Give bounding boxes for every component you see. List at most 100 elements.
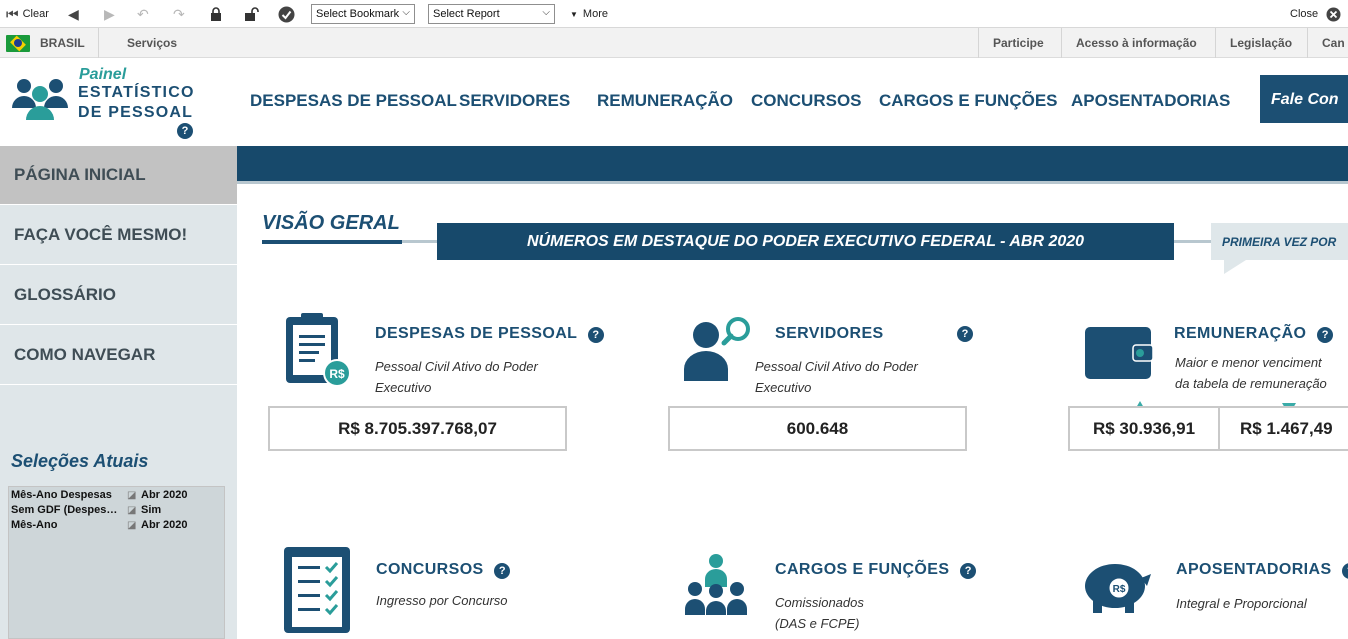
lock-button[interactable] [210, 0, 222, 28]
help-icon[interactable]: ? [960, 563, 977, 579]
card-title-servidores[interactable]: SERVIDORES [775, 325, 884, 343]
close-button[interactable]: Close [1290, 0, 1341, 28]
nav-despesas[interactable]: DESPESAS DE PESSOAL [250, 91, 457, 111]
divider [1174, 240, 1211, 243]
bookmark-select-value: Select Bookmark [316, 8, 400, 20]
selection-value: Abr 2020 [141, 519, 188, 531]
back-arrow-icon: ◀ [68, 5, 79, 22]
card-title-aposentadorias[interactable]: APOSENTADORIAS ? [1176, 561, 1348, 579]
card-title-cargos[interactable]: CARGOS E FUNÇÕES ? [775, 561, 977, 579]
nav-servidores[interactable]: SERVIDORES [459, 91, 570, 111]
speech-tail [1224, 260, 1246, 274]
card-subtitle: Ingresso por Concurso [376, 593, 508, 608]
nav-concursos[interactable]: CONCURSOS [751, 91, 862, 111]
people-logo-icon [12, 79, 68, 120]
back-button[interactable]: ◀ [68, 0, 79, 28]
sidebar-item-faca-voce-mesmo[interactable]: FAÇA VOCÊ MESMO! [0, 206, 237, 265]
sidebar-item-glossario[interactable]: GLOSSÁRIO [0, 266, 237, 325]
card-title-text: APOSENTADORIAS [1176, 561, 1332, 578]
bookmark-select[interactable]: Select Bookmark ⌵ [311, 4, 415, 24]
nav-remuneracao[interactable]: REMUNERAÇÃO [597, 91, 733, 111]
piggy-bank-icon: R$ [1085, 564, 1151, 613]
acesso-informacao-link[interactable]: Acesso à informação [1076, 28, 1197, 58]
redo-button[interactable]: ↷ [173, 0, 185, 28]
qlik-toolbar: ⏮ Clear ◀ ▶ ↶ ↷ Select Bookmark ⌵ Select… [0, 0, 1348, 28]
logo-line2: DE PESSOAL [78, 104, 194, 121]
report-select[interactable]: Select Report ⌵ [428, 4, 555, 24]
country-label: BRASIL [40, 36, 85, 50]
eraser-icon[interactable]: ◪ [127, 505, 136, 516]
help-icon[interactable]: ? [587, 327, 604, 343]
sidebar-item-como-navegar[interactable]: COMO NAVEGAR [0, 326, 237, 385]
participe-label: Participe [993, 36, 1044, 50]
help-icon[interactable]: ? [494, 563, 511, 579]
card-subtitle: Comissionados [775, 595, 864, 610]
logo-painel: Painel [79, 66, 127, 83]
help-icon[interactable]: ? [1342, 563, 1348, 579]
card-title-concursos[interactable]: CONCURSOS ? [376, 561, 511, 579]
undo-button[interactable]: ↶ [137, 0, 149, 28]
skip-back-icon: ⏮ [6, 5, 19, 22]
brazil-flag-icon [6, 34, 30, 52]
more-label: More [582, 8, 608, 20]
current-selections-box: Mês-Ano Despesas ◪ Abr 2020 Sem GDF (Des… [8, 486, 225, 639]
card-title-despesas[interactable]: DESPESAS DE PESSOAL ? [375, 325, 604, 343]
lock-icon [211, 6, 221, 21]
highlight-banner: NÚMEROS EM DESTAQUE DO PODER EXECUTIVO F… [437, 223, 1174, 260]
logo-line1: ESTATÍSTICO [78, 84, 195, 101]
chevron-down-icon: ⌵ [542, 7, 550, 18]
card-title-text: DESPESAS DE PESSOAL [375, 325, 578, 342]
selection-field: Sem GDF (Despes… [11, 504, 118, 516]
card-subtitle: (DAS e FCPE) [775, 616, 860, 631]
triangle-down-icon: ▼ [570, 9, 578, 19]
gov-bar: BRASIL Serviços Participe Acesso à infor… [0, 28, 1348, 58]
eraser-icon[interactable]: ◪ [127, 490, 136, 501]
wallet-icon [1085, 327, 1153, 379]
more-button[interactable]: ▼ More [570, 0, 608, 28]
brasil-link[interactable]: BRASIL [6, 28, 85, 58]
card-title-remuneracao[interactable]: REMUNERAÇÃO ? [1174, 325, 1334, 343]
team-icon [685, 554, 747, 615]
divider [402, 240, 437, 243]
svg-text:R$: R$ [329, 367, 345, 381]
first-time-link[interactable]: PRIMEIRA VEZ POR [1211, 223, 1348, 260]
servidores-value: 600.648 [668, 406, 967, 451]
help-icon[interactable]: ? [1317, 327, 1334, 343]
legislacao-link[interactable]: Legislação [1230, 28, 1292, 58]
services-link[interactable]: Serviços [127, 28, 177, 58]
eraser-icon[interactable]: ◪ [127, 520, 136, 531]
selections-title: Seleções Atuais [11, 451, 149, 471]
participe-link[interactable]: Participe [993, 28, 1044, 58]
unlock-button[interactable] [244, 0, 260, 28]
person-search-icon [684, 317, 750, 381]
card-title-text: REMUNERAÇÃO [1174, 325, 1307, 342]
despesas-value: R$ 8.705.397.768,07 [268, 406, 567, 451]
card-subtitle: Executivo [375, 380, 432, 395]
clear-label: Clear [22, 8, 49, 20]
nav-aposentadorias[interactable]: APOSENTADORIAS [1071, 91, 1230, 111]
help-icon[interactable]: ? [957, 326, 973, 342]
unlock-icon [245, 6, 259, 21]
contact-button[interactable]: Fale Con [1260, 75, 1348, 123]
check-circle-icon [278, 6, 295, 22]
card-subtitle: Maior e menor venciment [1175, 355, 1322, 370]
sidebar-item-pagina-inicial[interactable]: PÁGINA INICIAL [0, 146, 237, 205]
card-subtitle: Executivo [755, 380, 812, 395]
clipboard-money-icon: R$ [286, 313, 351, 387]
clear-button[interactable]: ⏮ Clear [6, 0, 49, 28]
section-title: VISÃO GERAL [262, 212, 400, 234]
close-icon [1326, 7, 1341, 21]
legislacao-label: Legislação [1230, 36, 1293, 50]
undo-icon: ↶ [137, 5, 149, 22]
nav-cargos[interactable]: CARGOS E FUNÇÕES [879, 91, 1058, 111]
card-subtitle: da tabela de remuneração [1175, 376, 1327, 391]
confirm-button[interactable] [278, 0, 295, 28]
forward-button[interactable]: ▶ [104, 0, 115, 28]
canais-label: Can [1322, 36, 1345, 50]
help-icon[interactable]: ? [177, 123, 193, 139]
selection-value: Abr 2020 [141, 489, 188, 501]
forward-arrow-icon: ▶ [104, 5, 115, 22]
canais-link[interactable]: Can [1322, 28, 1345, 58]
section-underline [262, 240, 402, 244]
card-title-text: CONCURSOS [376, 561, 484, 578]
